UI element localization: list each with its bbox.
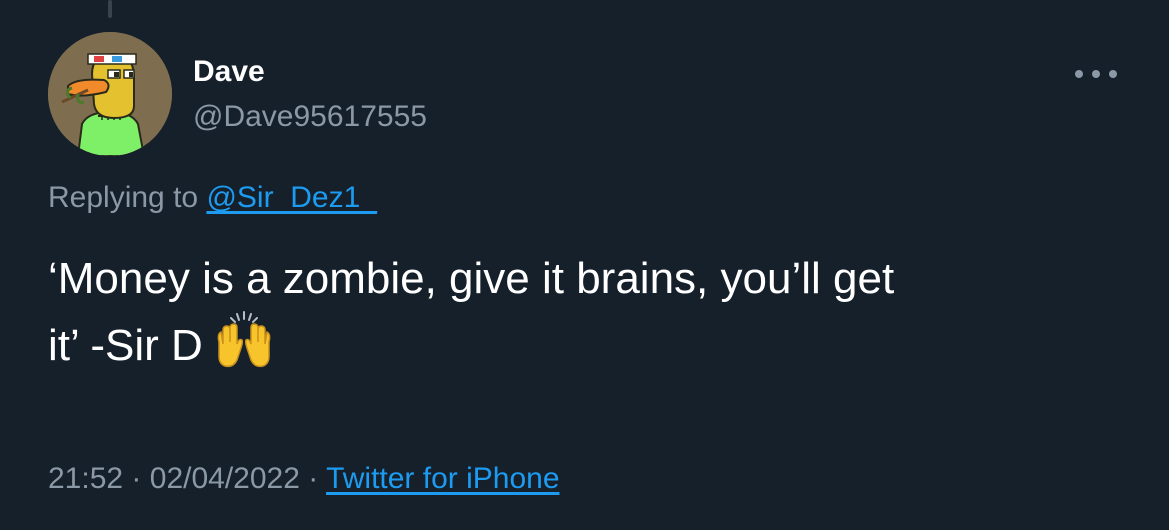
separator-dot: · (308, 462, 319, 495)
tweet-text-line-2: it’ -Sir D (48, 321, 203, 370)
author-display-name[interactable]: Dave (193, 53, 265, 91)
tweet-time[interactable]: 21:52 (48, 462, 123, 495)
tweet-date[interactable]: 02/04/2022 (150, 462, 300, 495)
replying-to-label: Replying to (48, 181, 199, 214)
tweet-metadata: 21:52 · 02/04/2022 · Twitter for iPhone (48, 459, 560, 499)
more-options-button[interactable] (1068, 58, 1124, 90)
duck-avatar-icon (48, 32, 172, 156)
raising-hands-emoji-icon (213, 310, 275, 387)
avatar[interactable] (48, 32, 172, 156)
tweet-text-line-1: ‘Money is a zombie, give it brains, you’… (48, 254, 895, 303)
tweet-text: ‘Money is a zombie, give it brains, you’… (48, 248, 1128, 387)
separator-dot: · (131, 462, 142, 495)
thread-connector-line (108, 0, 112, 18)
author-handle[interactable]: @Dave95617555 (193, 98, 427, 136)
replying-to: Replying to @Sir_Dez1_ (48, 178, 377, 218)
replying-to-mention-link[interactable]: @Sir_Dez1_ (206, 181, 377, 214)
tweet-source-link[interactable]: Twitter for iPhone (326, 462, 559, 495)
